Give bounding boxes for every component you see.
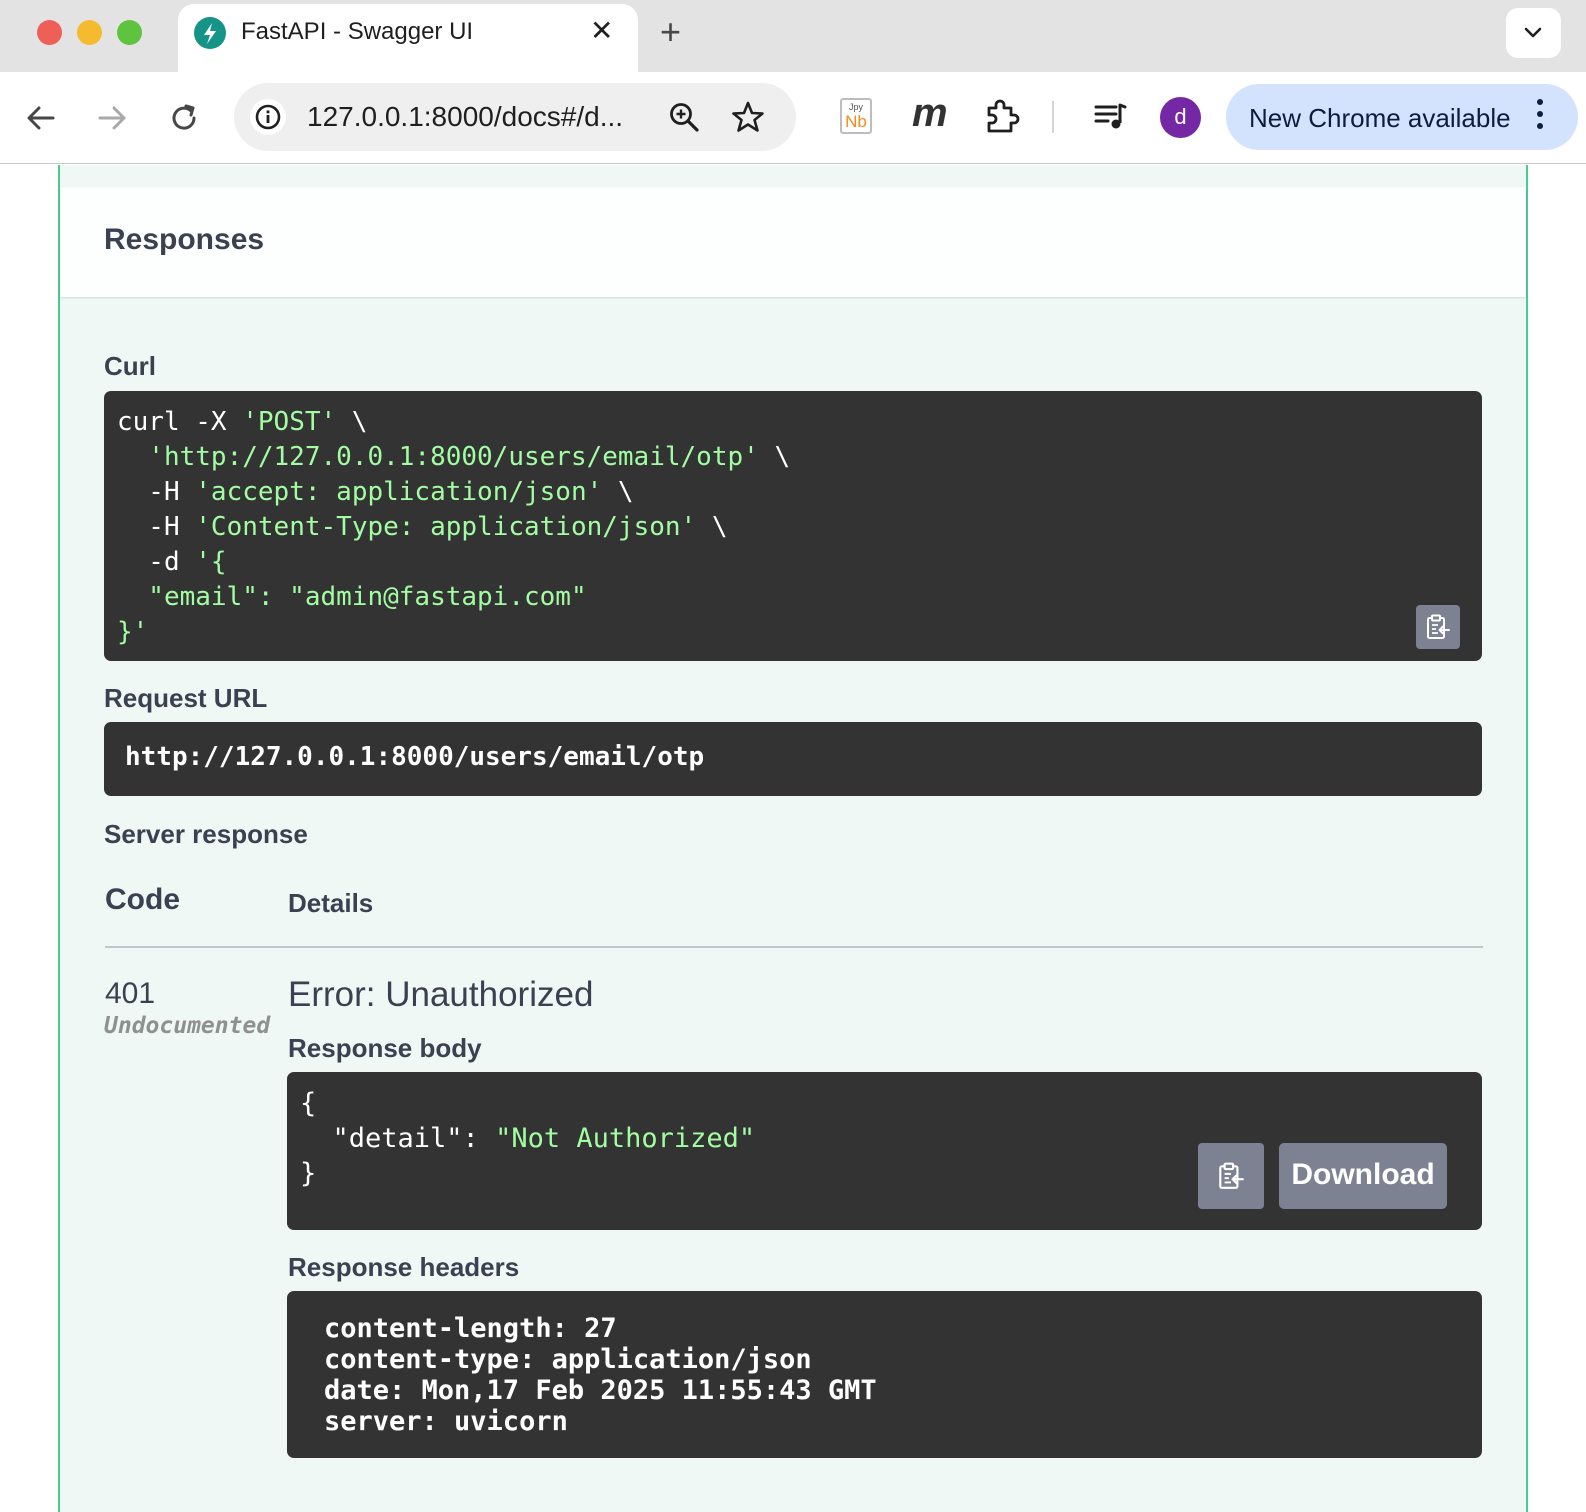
- response-headers-label: Response headers: [288, 1252, 520, 1282]
- back-arrow-icon[interactable]: [24, 101, 58, 135]
- window-close-button[interactable]: [37, 20, 62, 45]
- forward-arrow-icon[interactable]: [95, 101, 129, 135]
- server-response-label: Server response: [104, 819, 308, 849]
- address-url[interactable]: 127.0.0.1:8000/docs#/d...: [307, 101, 623, 133]
- response-body-label: Response body: [288, 1033, 482, 1063]
- curl-command: curl -X 'POST' \ 'http://127.0.0.1:8000/…: [117, 407, 791, 647]
- response-headers-block[interactable]: content-length: 27 content-type: applica…: [287, 1291, 1482, 1458]
- address-bar[interactable]: 127.0.0.1:8000/docs#/d...: [234, 83, 796, 151]
- toolbar-separator: [1052, 101, 1054, 133]
- new-chrome-available-button[interactable]: New Chrome available: [1226, 84, 1578, 150]
- fastapi-favicon-icon: [194, 17, 226, 49]
- window-minimize-button[interactable]: [77, 20, 102, 45]
- copy-curl-button[interactable]: [1416, 605, 1460, 649]
- request-url-block[interactable]: http://127.0.0.1:8000/users/email/otp: [104, 722, 1482, 796]
- close-icon[interactable]: ✕: [590, 16, 613, 46]
- copy-response-button[interactable]: [1198, 1143, 1264, 1209]
- chevron-down-icon[interactable]: [1506, 8, 1561, 58]
- response-body-block[interactable]: { "detail": "Not Authorized" } Download: [287, 1072, 1482, 1230]
- star-icon[interactable]: [730, 99, 766, 135]
- puzzle-icon[interactable]: [983, 97, 1021, 137]
- details-column-header: Details: [288, 888, 374, 918]
- curl-label: Curl: [104, 351, 156, 381]
- table-divider: [105, 946, 1483, 948]
- m-extension-icon[interactable]: m: [912, 90, 948, 136]
- media-queue-icon[interactable]: [1092, 99, 1128, 135]
- info-icon[interactable]: [250, 99, 286, 135]
- error-title: Error: Unauthorized: [288, 975, 594, 1014]
- plus-icon[interactable]: +: [660, 12, 681, 52]
- undocumented-label: Undocumented: [104, 1013, 271, 1039]
- request-url-label: Request URL: [104, 683, 268, 713]
- tab-strip: FastAPI - Swagger UI ✕ +: [0, 0, 1586, 72]
- avatar[interactable]: d: [1160, 97, 1201, 138]
- swagger-page: Responses Curl curl -X 'POST' \ 'http://…: [0, 165, 1586, 1512]
- responses-header: Responses: [60, 187, 1526, 297]
- response-status-code: 401: [105, 977, 156, 1010]
- reload-icon[interactable]: [167, 101, 201, 135]
- responses-title: Responses: [104, 223, 265, 256]
- jupyter-extension-icon[interactable]: Jpy Nb: [840, 98, 872, 134]
- request-url-value: http://127.0.0.1:8000/users/email/otp: [125, 742, 705, 772]
- response-body-json: { "detail": "Not Authorized" }: [300, 1088, 756, 1189]
- clipboard-copy-icon: [1219, 1162, 1244, 1189]
- tab-fastapi-swagger[interactable]: FastAPI - Swagger UI ✕: [178, 4, 638, 72]
- update-chip-label: New Chrome available: [1249, 103, 1511, 133]
- kebab-menu-icon[interactable]: [1537, 99, 1545, 135]
- browser-toolbar: 127.0.0.1:8000/docs#/d... Jpy Nb m d New…: [0, 72, 1586, 164]
- zoom-icon[interactable]: [667, 100, 701, 134]
- clipboard-copy-icon: [1427, 614, 1450, 639]
- curl-code-block[interactable]: curl -X 'POST' \ 'http://127.0.0.1:8000/…: [104, 391, 1482, 661]
- tab-title: FastAPI - Swagger UI: [241, 18, 474, 45]
- response-headers-list: content-length: 27 content-type: applica…: [324, 1313, 877, 1437]
- download-button[interactable]: Download: [1279, 1143, 1447, 1209]
- code-column-header: Code: [105, 883, 180, 916]
- post-operation-block: Responses Curl curl -X 'POST' \ 'http://…: [58, 165, 1528, 1512]
- window-zoom-button[interactable]: [117, 20, 142, 45]
